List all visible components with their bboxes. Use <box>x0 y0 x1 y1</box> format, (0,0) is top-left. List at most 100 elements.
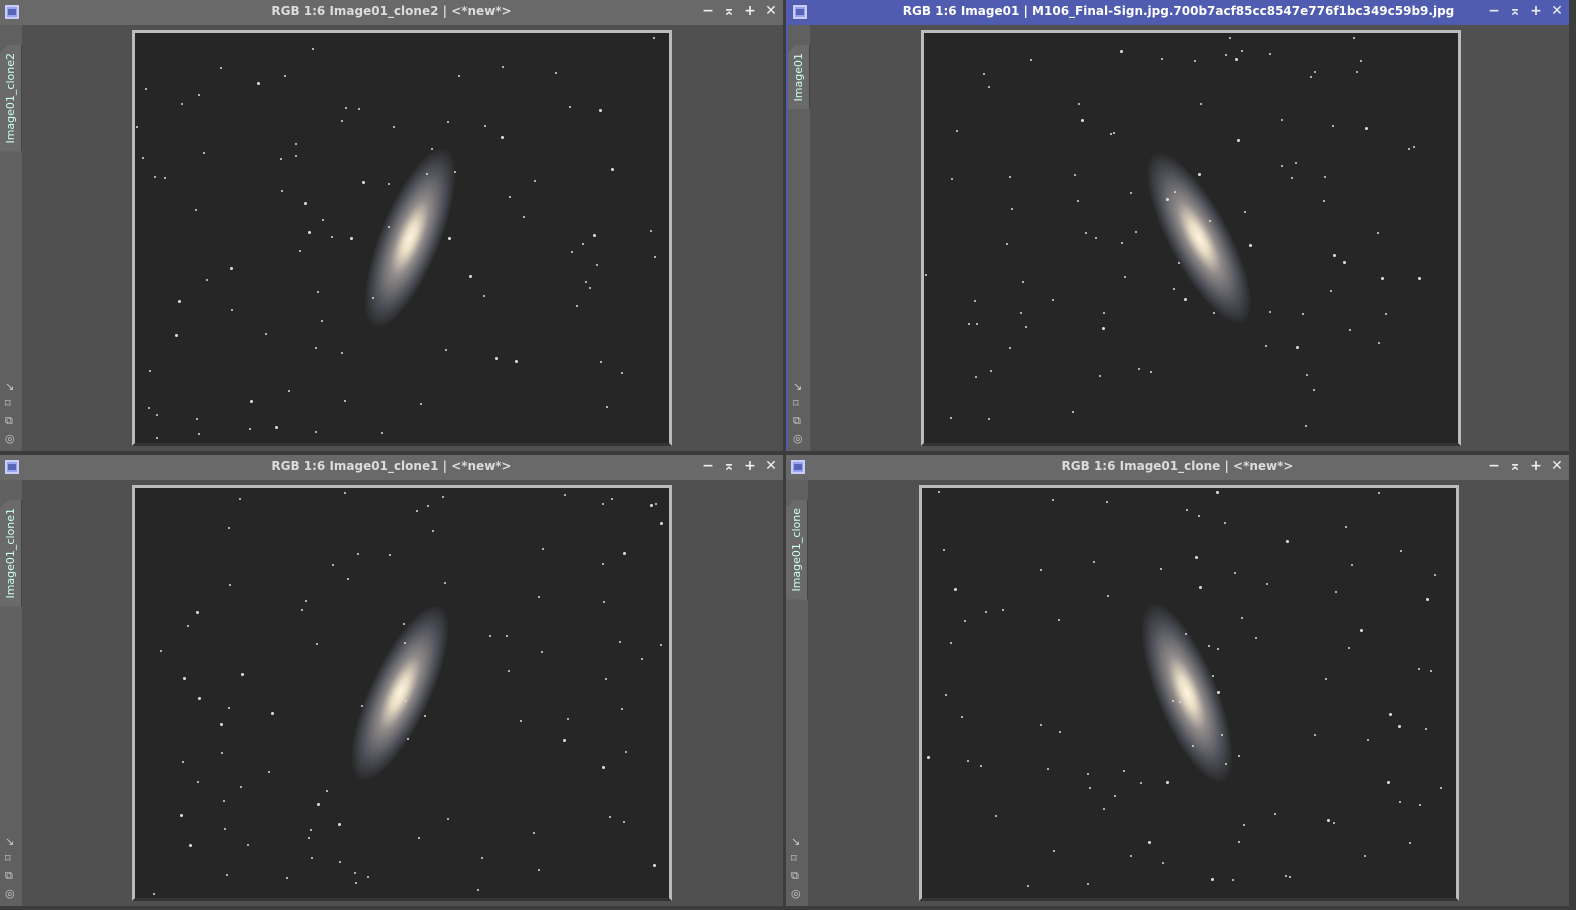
star <box>1413 146 1416 149</box>
clone-view-icon[interactable]: ⧉ <box>5 414 15 428</box>
zoom-to-fit-icon[interactable]: ↘ <box>5 380 15 393</box>
star <box>1236 139 1240 143</box>
close-button[interactable]: ✕ <box>765 455 777 478</box>
star <box>566 718 569 720</box>
shade-button[interactable]: ⌅ <box>1509 0 1521 23</box>
zoom-to-fit-icon[interactable]: ↘ <box>5 835 15 848</box>
mask-icon[interactable]: ◎ <box>791 887 801 900</box>
star <box>540 651 543 654</box>
star <box>623 551 627 555</box>
star <box>300 608 303 611</box>
window-menu-icon[interactable] <box>5 460 19 474</box>
minimize-button[interactable]: − <box>1488 0 1500 23</box>
fit-view-icon[interactable]: ⌑ <box>791 852 801 865</box>
star <box>156 437 159 440</box>
image-window-clone2[interactable]: RGB 1:6 Image01_clone2 | <*new*> − ⌅ + ✕… <box>0 0 783 451</box>
window-title: RGB 1:6 Image01 | M106_Final-Sign.jpg.70… <box>902 4 1455 18</box>
window-menu-icon[interactable] <box>5 5 19 19</box>
star <box>283 74 286 77</box>
star <box>444 582 447 585</box>
image-window-image01[interactable]: RGB 1:6 Image01 | M106_Final-Sign.jpg.70… <box>786 0 1569 451</box>
maximize-button[interactable]: + <box>1530 455 1542 478</box>
star <box>1093 561 1096 564</box>
star <box>339 861 342 864</box>
maximize-button[interactable]: + <box>744 0 756 23</box>
star <box>538 595 541 598</box>
view-id-tab[interactable]: Image01_clone <box>786 500 808 600</box>
image-window-clone1[interactable]: RGB 1:6 Image01_clone1 | <*new*> − ⌅ + ✕… <box>0 455 783 906</box>
minimize-button[interactable]: − <box>702 0 714 23</box>
image-canvas[interactable] <box>132 30 672 446</box>
zoom-to-fit-icon[interactable]: ↘ <box>791 835 801 848</box>
close-button[interactable]: ✕ <box>765 0 777 23</box>
star <box>420 403 423 406</box>
star <box>960 715 963 718</box>
galaxy <box>1123 593 1251 793</box>
title-bar[interactable]: RGB 1:6 Image01 | M106_Final-Sign.jpg.70… <box>788 0 1569 25</box>
star <box>164 176 167 179</box>
minimize-button[interactable]: − <box>702 455 714 478</box>
star <box>1208 220 1211 223</box>
star <box>1077 200 1079 203</box>
star <box>1377 491 1380 494</box>
fit-view-icon[interactable]: ⌑ <box>5 397 15 410</box>
shade-button[interactable]: ⌅ <box>1509 455 1521 478</box>
star <box>1113 794 1116 797</box>
star <box>494 357 498 361</box>
star <box>341 119 344 122</box>
star <box>1330 290 1333 293</box>
close-button[interactable]: ✕ <box>1551 0 1563 23</box>
star <box>148 406 151 409</box>
star <box>481 856 484 859</box>
star <box>1184 298 1188 302</box>
view-id-tab[interactable]: Image01_clone2 <box>0 45 22 152</box>
star <box>1366 739 1369 742</box>
clone-view-icon[interactable]: ⧉ <box>5 869 15 883</box>
fit-view-icon[interactable]: ⌑ <box>5 852 15 865</box>
minimize-button[interactable]: − <box>1488 455 1500 478</box>
star <box>1294 162 1297 165</box>
shade-button[interactable]: ⌅ <box>723 455 735 478</box>
view-sidebar: Image01_clone1 ↘ ⌑ ⧉ ◎ <box>0 480 22 906</box>
mask-icon[interactable]: ◎ <box>793 432 803 445</box>
fit-view-icon[interactable]: ⌑ <box>793 397 803 410</box>
clone-view-icon[interactable]: ⧉ <box>791 869 801 883</box>
view-id-tab[interactable]: Image01 <box>788 45 810 110</box>
title-bar[interactable]: RGB 1:6 Image01_clone | <*new*> − ⌅ + ✕ <box>786 455 1569 480</box>
mask-icon[interactable]: ◎ <box>5 432 15 445</box>
title-bar[interactable]: RGB 1:6 Image01_clone2 | <*new*> − ⌅ + ✕ <box>0 0 783 25</box>
star <box>968 323 971 326</box>
star <box>268 770 271 773</box>
star <box>1305 424 1308 427</box>
star <box>621 371 624 374</box>
maximize-button[interactable]: + <box>744 455 756 478</box>
window-menu-icon[interactable] <box>793 5 807 19</box>
star <box>1424 727 1427 730</box>
maximize-button[interactable]: + <box>1530 0 1542 23</box>
mask-icon[interactable]: ◎ <box>5 887 15 900</box>
star <box>588 287 591 290</box>
clone-view-icon[interactable]: ⧉ <box>793 414 803 428</box>
image-canvas[interactable] <box>921 30 1461 446</box>
star <box>944 693 947 696</box>
star <box>186 625 189 628</box>
star <box>1343 260 1347 264</box>
star <box>1199 103 1202 106</box>
star <box>1228 37 1231 40</box>
window-menu-icon[interactable] <box>791 460 805 474</box>
star <box>1347 647 1350 650</box>
star <box>1212 674 1215 677</box>
star <box>441 496 444 499</box>
view-id-tab[interactable]: Image01_clone1 <box>0 500 22 607</box>
star <box>357 108 360 111</box>
star <box>194 209 197 212</box>
image-window-clone[interactable]: RGB 1:6 Image01_clone | <*new*> − ⌅ + ✕ … <box>786 455 1569 906</box>
image-canvas[interactable] <box>132 485 672 901</box>
image-canvas[interactable] <box>919 485 1459 901</box>
star <box>1429 670 1432 673</box>
shade-button[interactable]: ⌅ <box>723 0 735 23</box>
close-button[interactable]: ✕ <box>1551 455 1563 478</box>
star <box>1309 76 1312 79</box>
zoom-to-fit-icon[interactable]: ↘ <box>793 380 803 393</box>
title-bar[interactable]: RGB 1:6 Image01_clone1 | <*new*> − ⌅ + ✕ <box>0 455 783 480</box>
